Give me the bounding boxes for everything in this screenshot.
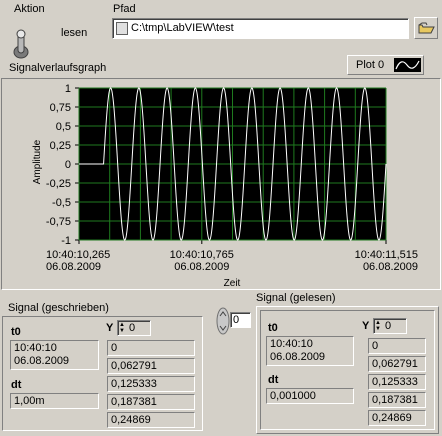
- path-control[interactable]: C:\tmp\LabVIEW\test: [112, 18, 409, 39]
- x-tick-date: 06.08.2009: [363, 261, 418, 273]
- read-dt-value: 0,001000: [270, 390, 316, 402]
- y-tick-label: -1: [61, 235, 71, 247]
- y-tick-label: 0,75: [50, 102, 71, 114]
- y-array-element[interactable]: 0,24869: [107, 412, 195, 428]
- read-y-index-value: 0: [385, 320, 392, 332]
- written-y-array: 0 0,062791 0,125333 0,187381 0,24869: [107, 340, 195, 430]
- read-t0-field[interactable]: 10:40:10 06.08.2009: [266, 336, 354, 366]
- read-y-index[interactable]: ▲ ▼ 0: [373, 318, 407, 334]
- y-array-element[interactable]: 0,062791: [368, 356, 426, 372]
- y-tick-label: 0,25: [50, 140, 71, 152]
- written-t0-date: 06.08.2009: [14, 355, 70, 367]
- legend-plot-swatch: [394, 58, 421, 72]
- written-y-index-value: 0: [129, 322, 136, 334]
- x-tick-date: 06.08.2009: [46, 261, 101, 273]
- read-t0-label: t0: [268, 322, 278, 334]
- y-array-element[interactable]: 0,24869: [368, 410, 426, 426]
- plot-legend[interactable]: Plot 0: [347, 55, 424, 75]
- written-signal-title: Signal (geschrieben): [8, 302, 109, 314]
- path-input[interactable]: C:\tmp\LabVIEW\test: [131, 22, 234, 34]
- browse-button[interactable]: [414, 17, 438, 39]
- read-t0-time: 10:40:10: [270, 338, 313, 350]
- written-t0-label: t0: [11, 326, 21, 338]
- y-tick-label: -0,5: [52, 197, 71, 209]
- written-dt-value: 1,00m: [14, 395, 45, 407]
- written-t0-time: 10:40:10: [14, 342, 57, 354]
- x-tick-time: 10:40:11,515: [355, 249, 418, 261]
- read-signal-title: Signal (gelesen): [256, 292, 336, 304]
- y-tick-label: 0: [65, 159, 71, 171]
- waveform-graph: Amplitude 10,750,50,250-0,25-0,5-0,75-1 …: [32, 83, 418, 289]
- y-tick-label: 0,5: [56, 121, 71, 133]
- written-dt-label: dt: [11, 379, 22, 391]
- array-index-value: 0: [233, 314, 240, 326]
- action-toggle-switch[interactable]: [13, 28, 29, 60]
- y-array-element[interactable]: 0,125333: [107, 376, 195, 392]
- y-axis-label: Amplitude: [32, 139, 43, 184]
- toggle-state-label: lesen: [61, 27, 88, 39]
- spin-wheel-icon[interactable]: [216, 307, 230, 335]
- path-icon: [116, 22, 128, 35]
- spin-updown-icon[interactable]: ▲ ▼: [375, 320, 382, 332]
- written-t0-field[interactable]: 10:40:10 06.08.2009: [10, 340, 99, 370]
- x-axis-label: Zeit: [224, 278, 241, 289]
- toggle-switch-icon: [13, 29, 29, 59]
- read-dt-label: dt: [268, 374, 279, 386]
- y-array-element[interactable]: 0,187381: [107, 394, 195, 410]
- y-tick-label: 1: [65, 83, 71, 95]
- y-array-element[interactable]: 0,125333: [368, 374, 426, 390]
- y-array-element[interactable]: 0,062791: [107, 358, 195, 374]
- y-tick-label: -0,25: [46, 178, 71, 190]
- folder-icon: [418, 22, 435, 34]
- read-y-array: 0 0,062791 0,125333 0,187381 0,24869: [368, 338, 426, 428]
- graph-title: Signalverlaufsgraph: [9, 62, 107, 74]
- written-y-index[interactable]: ▲ ▼ 0: [117, 320, 151, 336]
- spin-updown-icon[interactable]: ▲ ▼: [119, 322, 126, 334]
- action-label: Aktion: [14, 3, 45, 15]
- written-y-label: Y: [106, 322, 114, 334]
- read-y-label: Y: [362, 320, 370, 332]
- x-tick-labels: 10:40:10,26506.08.200910:40:10,76506.08.…: [46, 240, 418, 273]
- x-tick-time: 10:40:10,765: [170, 249, 234, 261]
- written-dt-field[interactable]: 1,00m: [10, 393, 99, 409]
- legend-label: Plot 0: [356, 59, 385, 71]
- y-array-element[interactable]: 0: [107, 340, 195, 356]
- read-dt-field[interactable]: 0,001000: [266, 388, 354, 404]
- read-t0-date: 06.08.2009: [270, 351, 326, 363]
- y-tick-label: -0,75: [46, 216, 71, 228]
- path-label: Pfad: [113, 3, 136, 15]
- y-array-element[interactable]: 0: [368, 338, 426, 354]
- x-tick-date: 06.08.2009: [174, 261, 229, 273]
- y-tick-labels: 1 0,75 0,5 0,25 0 -0,25 -0,5 -0,75 -1: [46, 83, 79, 247]
- array-index-control[interactable]: 0: [216, 307, 253, 335]
- y-array-element[interactable]: 0,187381: [368, 392, 426, 408]
- x-tick-time: 10:40:10,265: [46, 249, 110, 261]
